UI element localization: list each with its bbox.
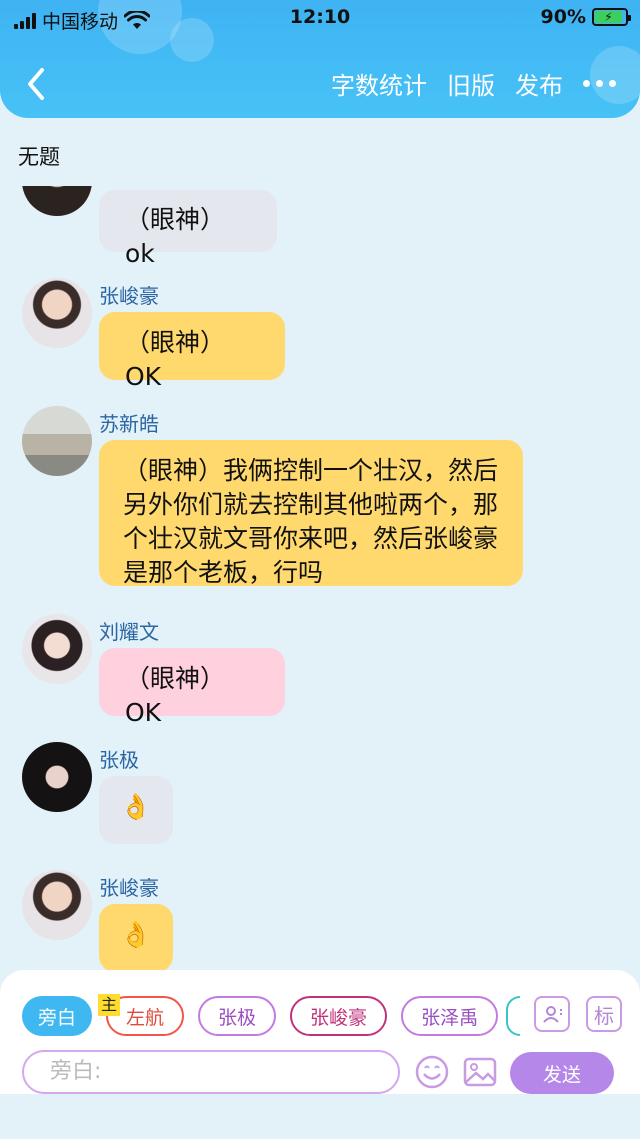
publish-button[interactable]: 发布: [515, 66, 563, 101]
speaker-name: 张峻豪: [99, 284, 159, 308]
emoji-icon[interactable]: [414, 1054, 450, 1090]
avatar[interactable]: [22, 870, 92, 940]
speaker-name: 张峻豪: [99, 876, 159, 900]
message-bubble[interactable]: （眼神）我俩控制一个壮汉，然后另外你们就去控制其他啦两个，那个壮汉就文哥你来吧，…: [99, 440, 523, 587]
role-chip-zhangji[interactable]: 张极: [198, 996, 277, 1036]
message-bubble[interactable]: 👌: [99, 904, 173, 970]
role-chip-zhangjunhao[interactable]: 张峻豪: [290, 996, 388, 1036]
bottom-safe-area: [0, 1094, 640, 1139]
chat-area[interactable]: （眼神）ok 张峻豪 （眼神）OK 苏新皓 （眼神）我俩控制一个壮汉，然后另外你…: [0, 186, 640, 970]
word-count-button[interactable]: 字数统计: [331, 66, 427, 101]
image-icon[interactable]: [462, 1054, 498, 1090]
top-header: 中国移动 12:10 90% ⚡ 字数统计 旧版 发布: [0, 0, 640, 118]
message-input[interactable]: 旁白:: [22, 1050, 400, 1094]
avatar[interactable]: [22, 186, 92, 216]
tag-button[interactable]: 标: [586, 996, 622, 1032]
avatar[interactable]: [22, 614, 92, 684]
add-role-button[interactable]: [534, 996, 570, 1032]
send-button[interactable]: 发送: [510, 1052, 614, 1094]
owner-badge: 主: [98, 994, 120, 1016]
avatar[interactable]: [22, 278, 92, 348]
battery-icon: ⚡: [592, 8, 631, 26]
status-bar: 中国移动 12:10 90% ⚡: [0, 0, 640, 36]
role-chip-narrator[interactable]: 旁白: [22, 996, 93, 1036]
nav-bar: 字数统计 旧版 发布: [0, 60, 640, 108]
back-icon[interactable]: [22, 66, 52, 102]
speaker-name: 刘耀文: [99, 620, 159, 644]
role-chip-partial[interactable]: [506, 996, 520, 1036]
role-chip-zhangzeyu[interactable]: 张泽禹: [401, 996, 499, 1036]
more-icon[interactable]: [583, 69, 616, 99]
avatar[interactable]: [22, 406, 92, 476]
battery-percent: 90%: [540, 6, 586, 28]
message-bubble[interactable]: （眼神）ok: [99, 190, 277, 268]
user-card-icon: [543, 1006, 562, 1023]
avatar[interactable]: [22, 742, 92, 812]
message-bubble[interactable]: （眼神）OK: [99, 312, 285, 391]
old-version-button[interactable]: 旧版: [447, 66, 495, 101]
message-bubble[interactable]: 👌: [99, 776, 173, 844]
speaker-name: 苏新皓: [99, 412, 159, 436]
speaker-name: 张极: [99, 748, 139, 772]
battery-status: 90% ⚡: [540, 6, 631, 28]
role-selector: 旁白 左航 张极 张峻豪 张泽禹: [22, 996, 499, 1036]
page-title: 无题: [18, 145, 60, 169]
message-bubble[interactable]: （眼神）OK: [99, 648, 285, 727]
